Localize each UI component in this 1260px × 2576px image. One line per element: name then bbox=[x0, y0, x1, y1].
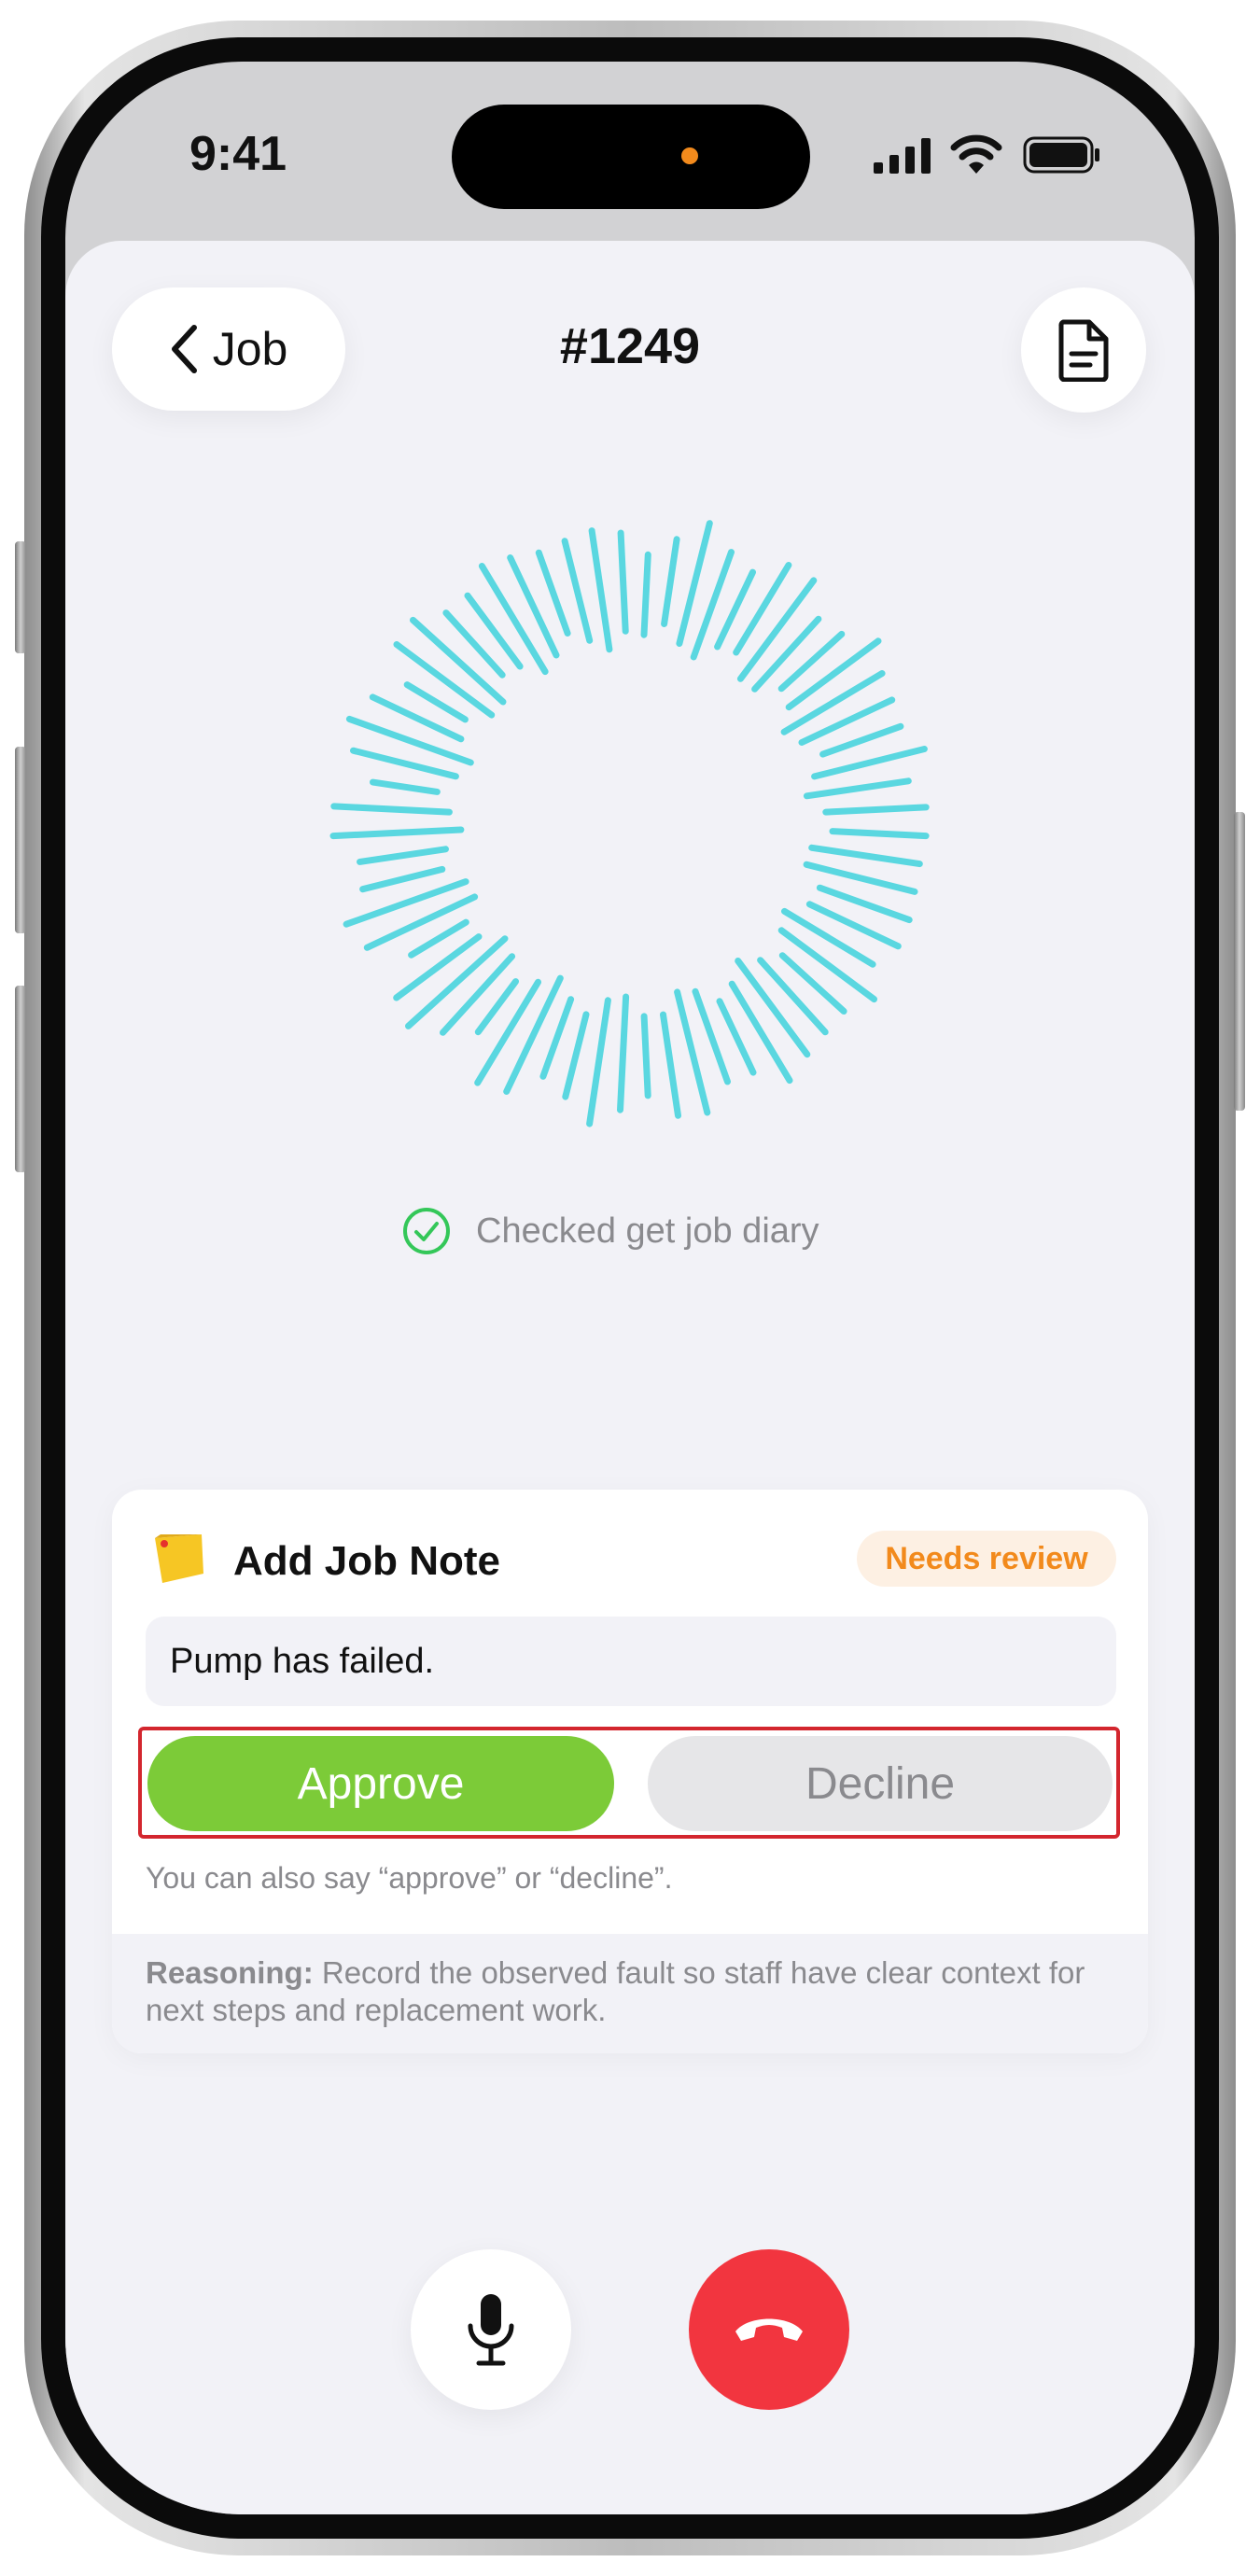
activity-ring-bar bbox=[464, 592, 524, 670]
action-button bbox=[15, 541, 26, 653]
tool-status-row: Checked get job diary bbox=[401, 1206, 819, 1256]
microphone-button[interactable] bbox=[411, 2249, 571, 2410]
activity-ring-bar bbox=[822, 804, 930, 816]
hang-up-phone-icon bbox=[735, 2318, 803, 2341]
activity-ring-bar bbox=[661, 536, 680, 627]
activity-ring-bar bbox=[803, 777, 912, 800]
activity-ring-bar bbox=[329, 826, 465, 840]
volume-up-button bbox=[15, 747, 26, 933]
cellular-signal-icon bbox=[874, 138, 931, 174]
activity-ring-bar bbox=[777, 630, 846, 693]
back-button[interactable]: Job bbox=[112, 287, 345, 411]
end-call-button[interactable] bbox=[689, 2249, 849, 2410]
needs-review-badge: Needs review bbox=[857, 1531, 1116, 1587]
activity-ring-bar bbox=[617, 993, 630, 1113]
activity-ring-bar bbox=[640, 1013, 651, 1099]
back-button-label: Job bbox=[212, 323, 288, 375]
battery-icon bbox=[1023, 136, 1099, 174]
document-icon bbox=[1058, 319, 1109, 382]
page-title: #1249 bbox=[559, 318, 701, 374]
voice-activity-ring bbox=[329, 520, 930, 1127]
activity-ring-bar bbox=[640, 551, 651, 638]
activity-ring-bar bbox=[660, 1011, 681, 1119]
tool-status-text: Checked get job diary bbox=[476, 1211, 819, 1251]
status-time: 9:41 bbox=[189, 127, 287, 181]
activity-ring-bar bbox=[357, 846, 449, 865]
activity-ring-bar bbox=[562, 1011, 590, 1100]
dynamic-island bbox=[452, 105, 810, 209]
activity-ring-bar bbox=[757, 957, 829, 1036]
activity-ring-bar bbox=[363, 893, 479, 951]
wifi-icon bbox=[950, 134, 1002, 174]
activity-ring-bar bbox=[370, 778, 441, 795]
activity-ring-bar bbox=[393, 933, 483, 1001]
activity-ring-bar bbox=[829, 828, 930, 840]
approve-button[interactable]: Approve bbox=[147, 1736, 614, 1831]
reasoning-label: Reasoning: bbox=[146, 1955, 314, 1990]
activity-ring-bar bbox=[442, 609, 506, 679]
activity-ring-bar bbox=[733, 562, 792, 656]
activity-ring-bar bbox=[617, 529, 629, 635]
privacy-indicator-dot bbox=[681, 147, 698, 164]
volume-down-button bbox=[15, 986, 26, 1172]
document-button[interactable] bbox=[1021, 287, 1146, 413]
job-note-card: Add Job Note Needs review Pump has faile… bbox=[112, 1490, 1148, 2053]
activity-ring-bar bbox=[781, 907, 876, 968]
activity-ring-bar bbox=[586, 997, 611, 1127]
power-button bbox=[1234, 812, 1245, 1111]
microphone-icon bbox=[468, 2294, 514, 2366]
sticky-note-icon bbox=[155, 1534, 203, 1583]
activity-ring-bar bbox=[751, 615, 822, 693]
activity-ring-bar bbox=[359, 865, 446, 893]
activity-ring-bar bbox=[561, 538, 594, 644]
check-circle-icon bbox=[403, 1208, 450, 1254]
activity-ring-bar bbox=[330, 803, 453, 816]
activity-ring-bar bbox=[778, 952, 847, 1015]
activity-ring-bar bbox=[588, 527, 613, 653]
activity-ring-bar bbox=[808, 844, 923, 868]
chevron-left-icon bbox=[171, 325, 197, 373]
voice-hint-text: You can also say “approve” or “decline”. bbox=[146, 1861, 673, 1895]
reasoning-section: Reasoning: Record the observed fault so … bbox=[112, 1934, 1148, 2053]
activity-ring-bar bbox=[728, 980, 793, 1085]
activity-ring-bar bbox=[507, 554, 560, 659]
decline-button[interactable]: Decline bbox=[648, 1736, 1113, 1831]
card-title: Add Job Note bbox=[233, 1538, 500, 1584]
note-text-field[interactable]: Pump has failed. bbox=[146, 1617, 1116, 1706]
